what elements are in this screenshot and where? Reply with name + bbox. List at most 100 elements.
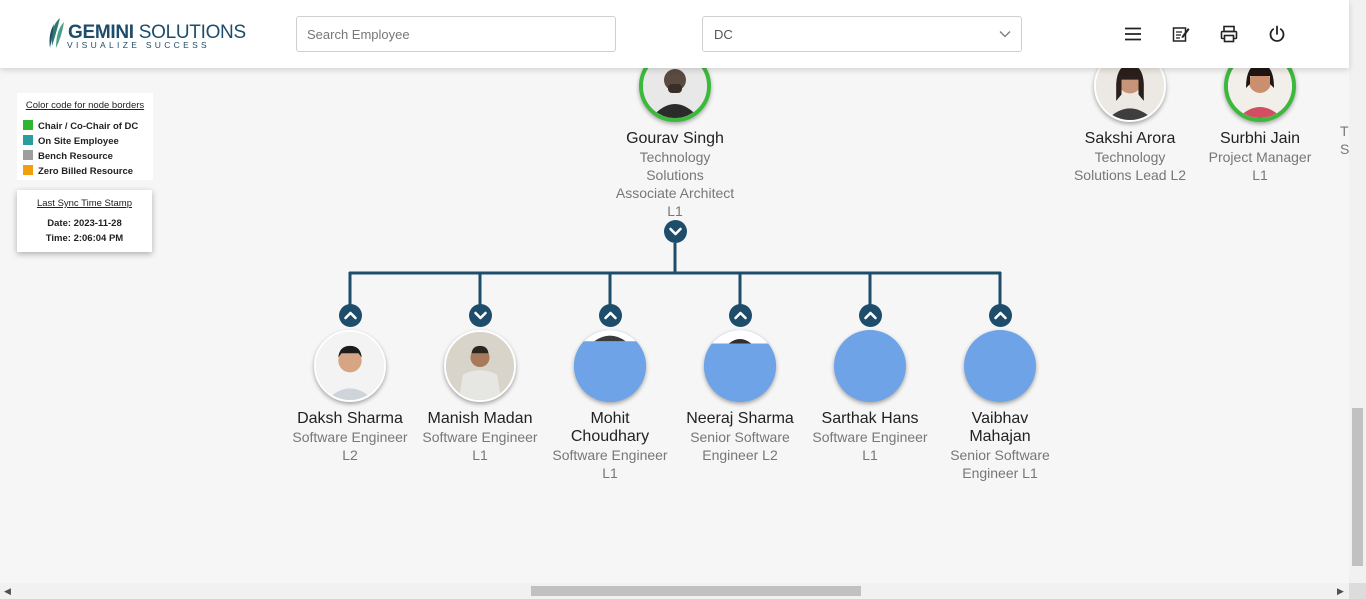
- collapse-toggle-manish-madan[interactable]: [469, 304, 492, 327]
- org-node-sakshi-arora[interactable]: Sakshi Arora Technology Solutions Lead L…: [1065, 50, 1195, 184]
- node-role: L2: [342, 447, 358, 463]
- vertical-scroll-thumb[interactable]: [1352, 408, 1363, 566]
- node-name: Surbhi Jain: [1219, 130, 1301, 147]
- chevron-down-icon: [474, 311, 487, 320]
- sync-title: Last Sync Time Stamp: [36, 198, 133, 209]
- node-role: Software Engineer: [292, 429, 408, 445]
- legend-title: Color code for node borders: [25, 100, 145, 111]
- org-node-manish-madan[interactable]: Manish Madan Software Engineer L1: [415, 330, 545, 464]
- legend-label: On Site Employee: [38, 136, 119, 147]
- scroll-left-arrow-icon[interactable]: ◀: [4, 586, 11, 597]
- node-role: Technology: [639, 149, 711, 165]
- legend-label: Zero Billed Resource: [38, 166, 134, 177]
- legend-item: On Site Employee: [23, 134, 147, 149]
- chevron-up-icon: [864, 311, 877, 320]
- last-sync-panel: Last Sync Time Stamp Date: 2023-11-28 Ti…: [17, 190, 152, 252]
- legend-item: Zero Billed Resource: [23, 164, 147, 179]
- node-name: Sakshi Arora: [1084, 130, 1176, 147]
- node-role: Solutions Lead L2: [1073, 167, 1187, 183]
- collapse-toggle-gourav-singh[interactable]: [664, 220, 687, 243]
- legend-swatch: [23, 120, 33, 130]
- leaf-logo-icon: [49, 18, 64, 48]
- org-node-partial: T S: [1340, 122, 1349, 158]
- node-role: T: [1340, 123, 1349, 139]
- node-name: Sarthak Hans: [821, 410, 919, 427]
- expand-toggle-sarthak-hans[interactable]: [859, 304, 882, 327]
- avatar: [574, 330, 646, 402]
- dc-select-value: DC: [714, 27, 733, 42]
- avatar: [444, 330, 516, 402]
- avatar: [704, 330, 776, 402]
- dc-select[interactable]: DC: [702, 16, 1022, 52]
- node-name: Neeraj Sharma: [686, 410, 794, 427]
- horizontal-scroll-thumb[interactable]: [531, 586, 861, 596]
- avatar: [964, 330, 1036, 402]
- org-node-surbhi-jain[interactable]: Surbhi Jain Project Manager L1: [1195, 50, 1325, 184]
- node-role: L1: [602, 465, 618, 481]
- company-logo[interactable]: GEMINI SOLUTIONS VISUALIZE SUCCESS: [46, 16, 246, 52]
- node-role: Associate Architect: [615, 185, 735, 201]
- node-role: Software Engineer: [812, 429, 928, 445]
- node-role: Technology: [1094, 149, 1166, 165]
- node-name: Choudhary: [570, 428, 650, 445]
- node-name: Manish Madan: [427, 410, 533, 427]
- avatar: [834, 330, 906, 402]
- legend-label: Bench Resource: [38, 151, 113, 162]
- node-role: S: [1340, 141, 1349, 157]
- legend-swatch: [23, 165, 33, 175]
- scrollbar-corner: [1349, 583, 1366, 599]
- legend-item: Bench Resource: [23, 149, 147, 164]
- org-node-neeraj-sharma[interactable]: Neeraj Sharma Senior Software Engineer L…: [675, 330, 805, 464]
- org-node-gourav-singh[interactable]: Gourav Singh Technology Solutions Associ…: [610, 50, 740, 220]
- node-role: L1: [667, 203, 683, 219]
- node-role: Senior Software: [690, 429, 790, 445]
- node-name: Vaibhav: [971, 410, 1029, 427]
- org-node-vaibhav-mahajan[interactable]: Vaibhav Mahajan Senior Software Engineer…: [935, 330, 1065, 482]
- node-role: L1: [472, 447, 488, 463]
- sync-date: Date: 2023-11-28: [47, 218, 122, 229]
- node-name: Mahajan: [969, 428, 1031, 445]
- org-node-sarthak-hans[interactable]: Sarthak Hans Software Engineer L1: [805, 330, 935, 464]
- legend-swatch: [23, 135, 33, 145]
- node-role: Engineer L2: [702, 447, 778, 463]
- print-icon[interactable]: [1219, 24, 1239, 44]
- menu-icon[interactable]: [1123, 24, 1143, 44]
- expand-toggle-mohit-choudhary[interactable]: [599, 304, 622, 327]
- node-role: Solutions: [646, 167, 704, 183]
- search-employee-input[interactable]: [296, 16, 616, 52]
- chevron-up-icon: [344, 311, 357, 320]
- border-color-legend: Color code for node borders Chair / Co-C…: [17, 93, 153, 180]
- scroll-right-arrow-icon[interactable]: ▶: [1337, 586, 1344, 597]
- node-role: Engineer L1: [962, 465, 1038, 481]
- chevron-down-icon: [999, 31, 1011, 38]
- expand-toggle-neeraj-sharma[interactable]: [729, 304, 752, 327]
- chevron-up-icon: [994, 311, 1007, 320]
- edit-note-icon[interactable]: [1171, 24, 1191, 44]
- node-role: Senior Software: [950, 447, 1050, 463]
- chevron-up-icon: [734, 311, 747, 320]
- expand-toggle-daksh-sharma[interactable]: [339, 304, 362, 327]
- chevron-up-icon: [604, 311, 617, 320]
- vertical-scrollbar[interactable]: [1349, 0, 1366, 583]
- node-role: Project Manager: [1208, 149, 1312, 165]
- chevron-down-icon: [669, 227, 682, 236]
- node-role: Software Engineer: [552, 447, 668, 463]
- legend-label: Chair / Co-Chair of DC: [38, 121, 139, 132]
- legend-item: Chair / Co-Chair of DC: [23, 119, 147, 134]
- logo-tagline: VISUALIZE SUCCESS: [67, 40, 211, 50]
- avatar: [314, 330, 386, 402]
- node-name: Mohit: [590, 410, 630, 427]
- top-header: GEMINI SOLUTIONS VISUALIZE SUCCESS DC: [0, 0, 1349, 68]
- org-node-mohit-choudhary[interactable]: Mohit Choudhary Software Engineer L1: [545, 330, 675, 482]
- power-icon[interactable]: [1267, 24, 1287, 44]
- org-node-daksh-sharma[interactable]: Daksh Sharma Software Engineer L2: [285, 330, 415, 464]
- node-name: Gourav Singh: [626, 130, 724, 147]
- expand-toggle-vaibhav-mahajan[interactable]: [989, 304, 1012, 327]
- sync-time: Time: 2:06:04 PM: [45, 233, 124, 244]
- node-role: Software Engineer: [422, 429, 538, 445]
- node-role: L1: [1252, 167, 1268, 183]
- node-role: L1: [862, 447, 878, 463]
- node-name: Daksh Sharma: [297, 410, 403, 427]
- legend-swatch: [23, 150, 33, 160]
- horizontal-scrollbar[interactable]: ◀ ▶: [0, 583, 1349, 599]
